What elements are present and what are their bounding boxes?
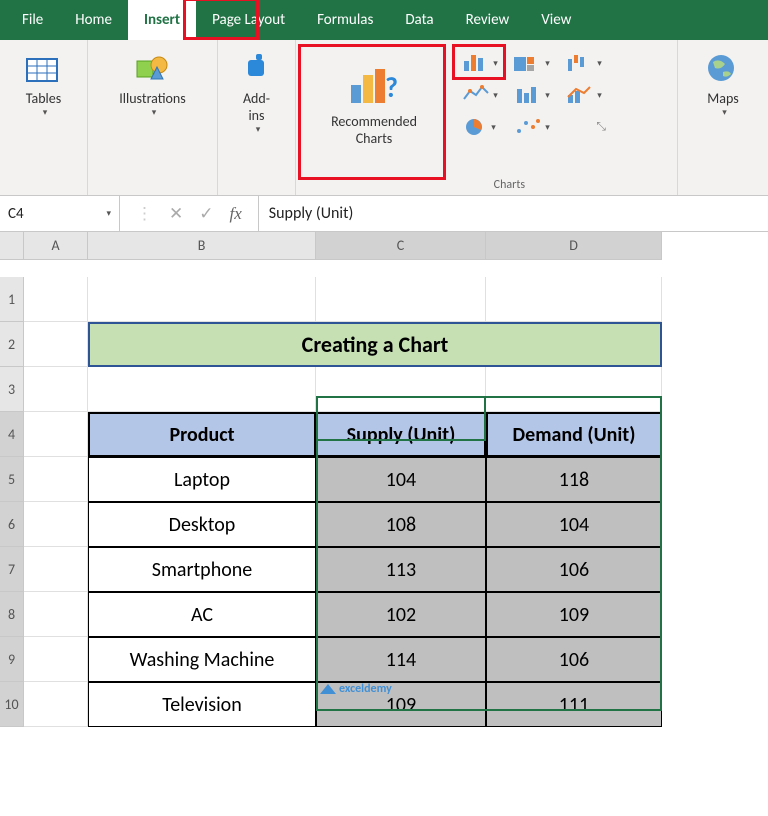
row-header[interactable]: 3 (0, 367, 24, 412)
sheet-title[interactable]: Creating a Chart (88, 322, 662, 367)
col-header-b[interactable]: B (88, 232, 316, 260)
enter-icon[interactable]: ✓ (199, 203, 213, 224)
row-header[interactable]: 9 (0, 637, 24, 682)
chevron-down-icon: ▾ (722, 107, 727, 118)
formula-bar-row: C4 ▾ ⋮ ✕ ✓ fx Supply (Unit) (0, 196, 768, 232)
tables-label: Tables (26, 90, 61, 107)
select-all-corner[interactable] (0, 232, 24, 260)
table-cell[interactable]: Laptop (88, 457, 316, 502)
row-header[interactable]: 7 (0, 547, 24, 592)
recommended-charts-icon: ? (346, 65, 402, 109)
table-header-supply[interactable]: Supply (Unit) (316, 412, 486, 457)
name-box-value: C4 (8, 205, 24, 223)
table-cell[interactable]: AC (88, 592, 316, 637)
table-cell[interactable]: 111 (486, 682, 662, 727)
formula-bar-value: Supply (Unit) (269, 204, 354, 223)
table-cell[interactable]: 106 (486, 547, 662, 592)
chevron-down-icon: ▾ (106, 208, 111, 219)
charts-dialog-launcher[interactable]: ⤡ (562, 114, 606, 140)
tab-file[interactable]: File (6, 0, 59, 40)
chart-type-grid: ▾ ▾ ▾ ▾ ▾ ▾ ▾ ▾ ⤡ (456, 46, 608, 144)
row-header[interactable]: 5 (0, 457, 24, 502)
chevron-down-icon: ▾ (152, 107, 157, 118)
cancel-icon[interactable]: ✕ (169, 203, 183, 224)
expand-icon[interactable]: ⋮ (136, 203, 153, 224)
tab-data[interactable]: Data (389, 0, 449, 40)
table-cell[interactable]: Desktop (88, 502, 316, 547)
table-icon (20, 50, 68, 86)
table-cell[interactable]: 104 (316, 457, 486, 502)
row-header[interactable]: 6 (0, 502, 24, 547)
col-header-c[interactable]: C (316, 232, 486, 260)
table-cell[interactable]: Smartphone (88, 547, 316, 592)
shapes-icon (129, 50, 177, 86)
line-chart-button[interactable]: ▾ (458, 82, 502, 108)
tab-insert[interactable]: Insert (128, 0, 196, 40)
row-header[interactable]: 8 (0, 592, 24, 637)
table-cell[interactable]: 114 (316, 637, 486, 682)
globe-icon (699, 50, 747, 86)
formula-bar-icons: ⋮ ✕ ✓ fx (120, 203, 258, 224)
waterfall-chart-button[interactable]: ▾ (562, 50, 606, 76)
row-header[interactable]: 10 (0, 682, 24, 727)
hierarchy-chart-button[interactable]: ▾ (510, 50, 554, 76)
table-cell[interactable]: Washing Machine (88, 637, 316, 682)
recommended-charts-button[interactable]: ? Recommended Charts (302, 46, 446, 166)
maps-label: Maps (707, 90, 738, 107)
table-cell[interactable]: 106 (486, 637, 662, 682)
table-cell[interactable]: 109 (486, 592, 662, 637)
row-header[interactable]: 2 (0, 322, 24, 367)
formula-bar[interactable]: Supply (Unit) (258, 196, 768, 231)
table-cell[interactable]: 118 (486, 457, 662, 502)
tab-formulas[interactable]: Formulas (301, 0, 389, 40)
fx-icon[interactable]: fx (230, 204, 242, 224)
chevron-down-icon: ▾ (256, 124, 261, 135)
table-cell[interactable]: 108 (316, 502, 486, 547)
addins-label: Add- ins (243, 90, 270, 124)
chevron-down-icon: ▾ (43, 107, 48, 118)
tab-view[interactable]: View (525, 0, 587, 40)
table-cell[interactable]: 102 (316, 592, 486, 637)
combo-chart-button[interactable]: ▾ (562, 82, 606, 108)
table-cell[interactable]: Television (88, 682, 316, 727)
charts-group-label: Charts (494, 178, 525, 192)
ribbon: Tables ▾ Illustrations ▾ Add- ins ▾ ? Re… (0, 40, 768, 196)
pie-chart-button[interactable]: ▾ (458, 114, 502, 140)
tab-review[interactable]: Review (450, 0, 526, 40)
watermark: exceldemy (320, 682, 392, 696)
table-header-product[interactable]: Product (88, 412, 316, 457)
row-header[interactable]: 1 (0, 277, 24, 322)
row-header[interactable]: 4 (0, 412, 24, 457)
table-header-demand[interactable]: Demand (Unit) (486, 412, 662, 457)
statistic-chart-button[interactable]: ▾ (510, 82, 554, 108)
tab-home[interactable]: Home (59, 0, 128, 40)
maps-button[interactable]: Maps ▾ (693, 46, 753, 122)
table-cell[interactable]: 104 (486, 502, 662, 547)
tables-button[interactable]: Tables ▾ (14, 46, 74, 122)
column-chart-button[interactable]: ▾ (458, 50, 502, 76)
col-header-a[interactable]: A (24, 232, 88, 260)
spreadsheet-grid[interactable]: A B C D 1 2 Creating a Chart 3 4 Product… (0, 232, 768, 727)
col-header-d[interactable]: D (486, 232, 662, 260)
tab-page-layout[interactable]: Page Layout (196, 0, 301, 40)
scatter-chart-button[interactable]: ▾ (510, 114, 554, 140)
addins-button[interactable]: Add- ins ▾ (227, 46, 287, 139)
addins-icon (233, 50, 281, 86)
illustrations-button[interactable]: Illustrations ▾ (113, 46, 192, 122)
table-cell[interactable]: 113 (316, 547, 486, 592)
illustrations-label: Illustrations (119, 90, 186, 107)
svg-text:?: ? (385, 70, 398, 105)
recommended-charts-label: Recommended Charts (331, 113, 417, 147)
ribbon-tabbar: File Home Insert Page Layout Formulas Da… (0, 0, 768, 40)
name-box[interactable]: C4 ▾ (0, 196, 120, 231)
